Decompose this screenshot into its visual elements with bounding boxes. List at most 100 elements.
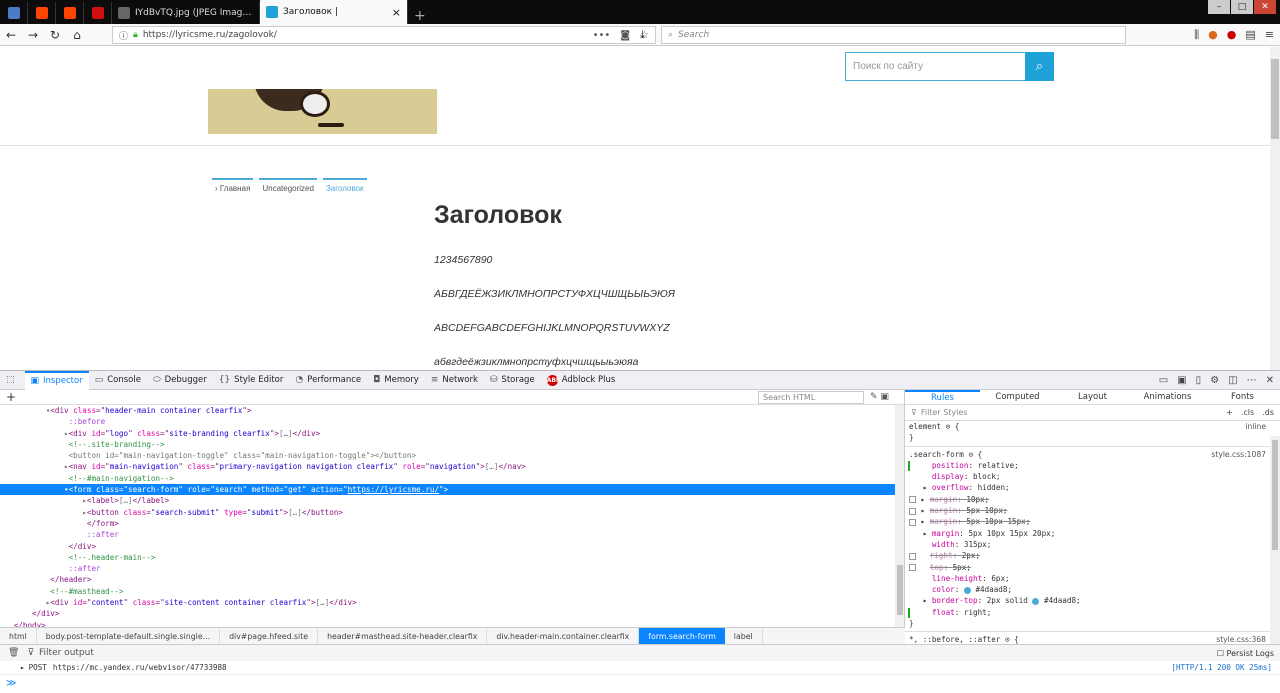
node-breadcrumb-item[interactable]: form.search-form (639, 628, 725, 644)
markup-node[interactable]: </body> (0, 620, 904, 627)
browser-search-box[interactable]: ⌕ Search (661, 26, 1126, 44)
forward-icon[interactable]: → (22, 28, 44, 42)
filter-styles[interactable]: ⊽ Filter Styles + .cls .ds (905, 405, 1280, 421)
tab-style-editor[interactable]: {} Style Editor (213, 371, 290, 390)
css-declaration[interactable]: ▸ overflow: hidden; (905, 482, 1280, 493)
rules-scrollbar[interactable] (1270, 436, 1280, 644)
more-icon[interactable]: ⋯ (1247, 375, 1257, 386)
tab-console[interactable]: ▭ Console (89, 371, 147, 390)
browser-tab[interactable] (28, 2, 56, 24)
css-declaration[interactable]: ▸ border-top: 2px solid #4daad8; (905, 595, 1280, 606)
css-declaration[interactable]: top: 5px; (905, 562, 1280, 573)
scrollbar-thumb[interactable] (897, 565, 903, 615)
rule-source[interactable]: style.css:368 (1216, 634, 1266, 644)
markup-node[interactable]: </div> (0, 608, 904, 619)
markup-node[interactable]: ▸<label>[…]</label> (0, 495, 904, 506)
markup-node[interactable]: <!--.header-main--> (0, 552, 904, 563)
console-input[interactable]: ≫ (0, 675, 1280, 693)
markup-node[interactable]: ▾<div class="header-main container clear… (0, 405, 904, 416)
tab-computed[interactable]: Computed (980, 390, 1055, 404)
css-declaration[interactable]: line-height: 6px; (905, 573, 1280, 584)
pseudo-toggle[interactable]: .ds (1262, 408, 1274, 417)
browser-tab[interactable]: IYdBvTQ.jpg (JPEG Image, 1000... (112, 2, 260, 24)
element-picker-icon[interactable]: ⬚ (0, 371, 25, 390)
node-breadcrumb-item[interactable]: div.header-main.container.clearfix (487, 628, 640, 644)
scrollbar-thumb[interactable] (1272, 440, 1278, 550)
breadcrumb-category[interactable]: Uncategorized (259, 178, 317, 193)
new-tab-button[interactable]: + (408, 8, 432, 24)
browser-tab[interactable] (56, 2, 84, 24)
close-window-button[interactable]: ✕ (1254, 0, 1276, 14)
responsive-icon[interactable]: ▯ (1196, 375, 1202, 386)
tab-performance[interactable]: ◔ Performance (289, 371, 367, 390)
gear-icon[interactable]: ⚙ (1210, 375, 1219, 386)
css-declaration[interactable]: ▸ margin: 10px; (905, 494, 1280, 505)
markup-node-selected[interactable]: ▾<form class="search-form" role="search"… (0, 484, 904, 496)
addon-icon[interactable]: ● (1208, 28, 1218, 42)
markup-node[interactable]: </form> (0, 518, 904, 529)
markup-node[interactable]: ::after (0, 529, 904, 540)
markup-scrollbar[interactable] (895, 405, 904, 627)
request-url[interactable]: https://mc.yandex.ru/webvisor/47733988 (53, 663, 227, 672)
page-actions-icon[interactable]: ••• (593, 30, 611, 41)
markup-node[interactable]: ::before (0, 416, 904, 427)
pocket-icon[interactable]: ◙ (620, 30, 630, 41)
classes-toggle[interactable]: .cls (1241, 408, 1254, 417)
sidebar-icon[interactable]: ▤ (1245, 28, 1255, 42)
dock-icon[interactable]: ▭ (1159, 375, 1168, 386)
info-icon[interactable]: ⓘ (119, 29, 128, 42)
tab-memory[interactable]: ◘ Memory (367, 371, 425, 390)
site-search-input[interactable]: Поиск по сайту (845, 52, 1025, 81)
close-icon[interactable]: ✕ (1266, 375, 1274, 386)
browser-tab[interactable] (84, 2, 112, 24)
breadcrumb-home[interactable]: › Главная (212, 178, 254, 193)
node-breadcrumb-item[interactable]: html (0, 628, 37, 644)
tab-fonts[interactable]: Fonts (1205, 390, 1280, 404)
markup-node[interactable]: <!--.site-branding--> (0, 439, 904, 450)
library-icon[interactable]: ⫼ (1194, 28, 1199, 42)
markup-node[interactable]: ▸<div id="logo" class="site-branding cle… (0, 428, 904, 439)
minimize-button[interactable]: – (1208, 0, 1230, 14)
maximize-button[interactable]: □ (1231, 0, 1253, 14)
node-breadcrumb-item[interactable]: label (725, 628, 763, 644)
node-breadcrumb-item[interactable]: div#page.hfeed.site (220, 628, 319, 644)
css-declaration[interactable]: ▸ margin: 5px 10px 15px 20px; (905, 528, 1280, 539)
menu-icon[interactable]: ≡ (1265, 28, 1274, 42)
tab-network[interactable]: ≡ Network (425, 371, 484, 390)
download-icon[interactable]: ⤓ (640, 28, 645, 42)
node-breadcrumb-item[interactable]: body.post-template-default.single.single… (37, 628, 221, 644)
console-message[interactable]: ▸ POST https://mc.yandex.ru/webvisor/477… (0, 661, 1280, 675)
tab-inspector[interactable]: ▣ Inspector (24, 370, 89, 390)
css-declaration[interactable]: right: 2px; (905, 550, 1280, 561)
markup-node[interactable]: ::after (0, 563, 904, 574)
markup-node[interactable]: <!--#masthead--> (0, 586, 904, 597)
url-bar[interactable]: ⓘ 🔒︎ https://lyricsme.ru/zagolovok/ ••• … (112, 26, 656, 44)
expand-icon[interactable]: ▸ (20, 663, 25, 672)
add-rule-button[interactable]: + (1226, 408, 1233, 417)
rule-source[interactable]: style.css:1087 (1211, 449, 1266, 460)
add-node-icon[interactable]: + (6, 390, 16, 404)
css-declaration[interactable]: position: relative; (905, 460, 1280, 471)
eyedropper-icon[interactable]: ✎ ▣ (870, 392, 889, 402)
request-status[interactable]: [HTTP/1.1 200 OK 25ms] (1171, 663, 1280, 672)
markup-node[interactable]: </header> (0, 574, 904, 585)
trash-icon[interactable]: 🗑︎ (8, 648, 19, 658)
persist-logs-checkbox[interactable]: ☐ Persist Logs (1217, 649, 1280, 658)
css-declaration[interactable]: float: right; (905, 607, 1280, 618)
scrollbar-thumb[interactable] (1271, 59, 1279, 139)
markup-node[interactable]: </div> (0, 541, 904, 552)
browser-tab[interactable] (0, 2, 28, 24)
css-declaration[interactable]: display: block; (905, 471, 1280, 482)
tab-adblock-plus[interactable]: ABP Adblock Plus (541, 371, 622, 390)
tab-layout[interactable]: Layout (1055, 390, 1130, 404)
home-icon[interactable]: ⌂ (66, 28, 88, 42)
page-scrollbar[interactable] (1270, 47, 1280, 370)
browser-tab-active[interactable]: Заголовок | × (260, 0, 408, 24)
markup-node[interactable]: <button id="main-navigation-toggle" clas… (0, 450, 904, 461)
node-breadcrumb-item[interactable]: header#masthead.site-header.clearfix (318, 628, 488, 644)
close-tab-icon[interactable]: × (392, 6, 401, 19)
adblock-icon[interactable]: ● (1227, 28, 1237, 42)
markup-node[interactable]: <!--#main-navigation--> (0, 473, 904, 484)
split-console-icon[interactable]: ▣ (1177, 375, 1186, 386)
css-declaration[interactable]: width: 315px; (905, 539, 1280, 550)
